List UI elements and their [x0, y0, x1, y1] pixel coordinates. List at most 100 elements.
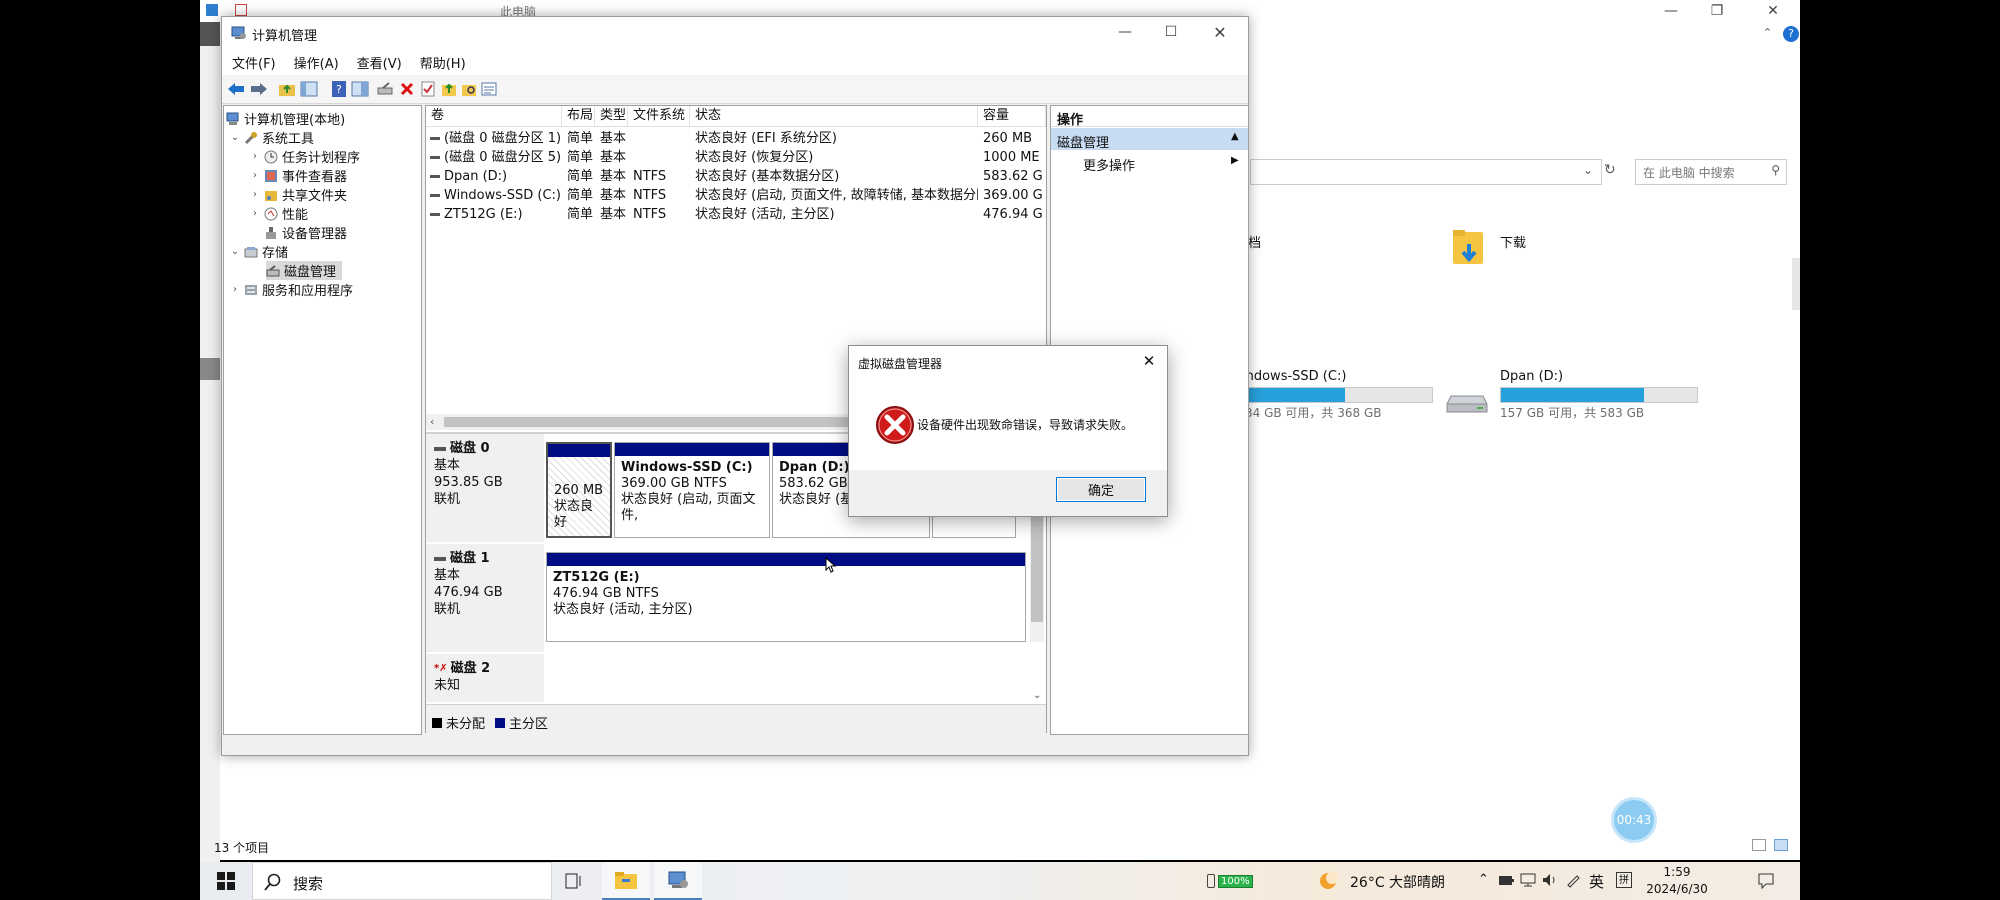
- tree-item-root[interactable]: 计算机管理(本地): [226, 109, 345, 128]
- task-view-icon[interactable]: [550, 862, 598, 900]
- drive-name-d[interactable]: Dpan (D:): [1500, 369, 1563, 384]
- explorer-scrollbar[interactable]: [1792, 258, 1800, 310]
- help-book-icon[interactable]: ?: [329, 79, 349, 99]
- taskbar-search-box[interactable]: 搜索: [252, 862, 552, 900]
- chevron-right-icon[interactable]: ›: [250, 208, 260, 219]
- disk-2-info[interactable]: *✗ 磁盘 2 未知: [426, 654, 544, 704]
- folder-up-icon[interactable]: [439, 79, 459, 99]
- actions-more[interactable]: 更多操作 ▶: [1051, 152, 1248, 174]
- forward-arrow-icon[interactable]: [249, 79, 269, 99]
- pen-icon[interactable]: [1565, 872, 1581, 888]
- table-row[interactable]: ZT512G (E:) 简单 基本 NTFS 状态良好 (活动, 主分区) 47…: [426, 205, 1046, 224]
- chevron-right-icon[interactable]: ›: [250, 151, 260, 162]
- disk-0-info[interactable]: 磁盘 0 基本 953.85 GB 联机: [426, 434, 544, 544]
- collapse-up-icon[interactable]: ▲: [1231, 131, 1239, 142]
- weather-text[interactable]: 26°C 大部晴朗: [1350, 872, 1445, 892]
- tiles-view-icon[interactable]: [1774, 839, 1788, 851]
- chevron-right-icon[interactable]: ›: [250, 170, 260, 181]
- notification-icon[interactable]: [1758, 873, 1774, 889]
- up-folder-icon[interactable]: [277, 79, 297, 99]
- back-arrow-icon[interactable]: [226, 79, 246, 99]
- recording-timer[interactable]: 00:43: [1611, 797, 1657, 843]
- weather-icon[interactable]: [1318, 871, 1338, 891]
- battery-indicator[interactable]: 100%: [1207, 873, 1257, 889]
- col-capacity[interactable]: 容量: [978, 106, 1046, 126]
- scroll-left-icon[interactable]: ‹: [430, 415, 434, 428]
- col-volume[interactable]: 卷: [426, 106, 562, 126]
- folder-label-downloads[interactable]: 下载: [1500, 232, 1526, 251]
- partition-e[interactable]: ZT512G (E:) 476.94 GB NTFS 状态良好 (活动, 主分区…: [546, 552, 1026, 642]
- cm-maximize-button[interactable]: ☐: [1148, 21, 1194, 43]
- downloads-folder-icon[interactable]: [1452, 228, 1486, 270]
- console-tree-icon[interactable]: [299, 79, 319, 99]
- menu-file[interactable]: 文件(F): [223, 49, 285, 76]
- hard-drive-icon[interactable]: [1445, 388, 1489, 416]
- disk-1-info[interactable]: 磁盘 1 基本 476.94 GB 联机: [426, 544, 544, 654]
- search-icon[interactable]: ⚲: [1771, 163, 1780, 177]
- chevron-down-icon[interactable]: ⌄: [230, 246, 240, 257]
- tree-item-task-scheduler[interactable]: › 任务计划程序: [250, 147, 360, 166]
- tree-item-shared-folders[interactable]: › 共享文件夹: [250, 185, 347, 204]
- scrollbar-thumb[interactable]: [444, 417, 864, 427]
- checkbox-icon[interactable]: [235, 4, 247, 16]
- menu-action[interactable]: 操作(A): [285, 49, 348, 76]
- view-pane-icon[interactable]: [350, 79, 370, 99]
- help-icon[interactable]: ?: [1783, 26, 1799, 42]
- cm-minimize-button[interactable]: —: [1102, 21, 1148, 43]
- table-row[interactable]: (磁盘 0 磁盘分区 5) 简单 基本 状态良好 (恢复分区) 1000 ME: [426, 148, 1046, 167]
- ime-mode[interactable]: 拼: [1616, 872, 1632, 888]
- scroll-down-icon[interactable]: ⌄: [1033, 690, 1041, 701]
- delete-x-icon[interactable]: [397, 79, 417, 99]
- col-filesystem[interactable]: 文件系统: [628, 106, 690, 126]
- table-row[interactable]: Dpan (D:) 简单 基本 NTFS 状态良好 (基本数据分区) 583.6…: [426, 167, 1046, 186]
- battery-tray-icon[interactable]: [1498, 873, 1514, 887]
- computer-management-taskbar-icon[interactable]: [654, 862, 702, 900]
- tree-item-performance[interactable]: › 性能: [250, 204, 308, 223]
- chevron-up-icon[interactable]: ⌃: [1763, 26, 1777, 40]
- dialog-close-button[interactable]: ✕: [1139, 352, 1159, 372]
- actions-section-disk-management[interactable]: 磁盘管理 ▲: [1051, 128, 1248, 151]
- tree-item-storage[interactable]: ⌄ 存储: [230, 242, 288, 261]
- clock[interactable]: 1:59 2024/6/30: [1642, 864, 1712, 898]
- cm-close-button[interactable]: ✕: [1197, 21, 1243, 43]
- address-bar[interactable]: ⌄: [1250, 159, 1602, 185]
- explorer-close-button[interactable]: ✕: [1750, 0, 1796, 22]
- ime-language[interactable]: 英: [1589, 871, 1604, 892]
- table-row[interactable]: (磁盘 0 磁盘分区 1) 简单 基本 状态良好 (EFI 系统分区) 260 …: [426, 129, 1046, 148]
- chevron-down-icon[interactable]: ⌄: [230, 132, 240, 143]
- refresh-icon[interactable]: ↻: [1604, 162, 1622, 180]
- col-layout[interactable]: 布局: [562, 106, 595, 126]
- menu-help[interactable]: 帮助(H): [411, 49, 475, 76]
- file-explorer-taskbar-icon[interactable]: [602, 862, 650, 900]
- folder-label-documents[interactable]: 档: [1248, 232, 1261, 251]
- check-properties-icon[interactable]: [418, 79, 438, 99]
- folder-search-icon[interactable]: [459, 79, 479, 99]
- chevron-up-icon[interactable]: ⌃: [1478, 872, 1489, 887]
- volume-icon[interactable]: [1542, 873, 1558, 887]
- tree-item-event-viewer[interactable]: › 事件查看器: [250, 166, 347, 185]
- drive-name-c[interactable]: indows-SSD (C:): [1242, 369, 1346, 384]
- details-view-icon[interactable]: [1752, 839, 1766, 851]
- chevron-right-icon[interactable]: ›: [230, 284, 240, 295]
- network-icon[interactable]: [1520, 873, 1536, 887]
- windows-start-icon[interactable]: [202, 862, 250, 900]
- partition-c[interactable]: Windows-SSD (C:) 369.00 GB NTFS 状态良好 (启动…: [614, 442, 770, 538]
- explorer-restore-button[interactable]: ❐: [1694, 0, 1740, 22]
- col-type[interactable]: 类型: [595, 106, 628, 126]
- tree-item-system-tools[interactable]: ⌄ 系统工具: [230, 128, 314, 147]
- list-view-icon[interactable]: [479, 79, 499, 99]
- tree-item-device-manager[interactable]: 设备管理器: [264, 223, 347, 242]
- col-status[interactable]: 状态: [690, 106, 978, 126]
- explorer-minimize-button[interactable]: —: [1648, 0, 1694, 22]
- ok-button[interactable]: 确定: [1056, 477, 1146, 502]
- connect-drive-icon[interactable]: [376, 79, 396, 99]
- submenu-arrow-icon[interactable]: ▶: [1231, 155, 1239, 166]
- explorer-search-box[interactable]: 在 此电脑 中搜索 ⚲: [1635, 159, 1787, 185]
- tree-item-disk-management[interactable]: 磁盘管理: [266, 261, 343, 280]
- chevron-down-icon[interactable]: ⌄: [1583, 163, 1593, 177]
- tree-item-services[interactable]: › 服务和应用程序: [230, 280, 353, 299]
- chevron-right-icon[interactable]: ›: [250, 189, 260, 200]
- partition-efi[interactable]: 260 MB 状态良好: [546, 442, 612, 538]
- menu-view[interactable]: 查看(V): [348, 49, 411, 76]
- table-row[interactable]: Windows-SSD (C:) 简单 基本 NTFS 状态良好 (启动, 页面…: [426, 186, 1046, 205]
